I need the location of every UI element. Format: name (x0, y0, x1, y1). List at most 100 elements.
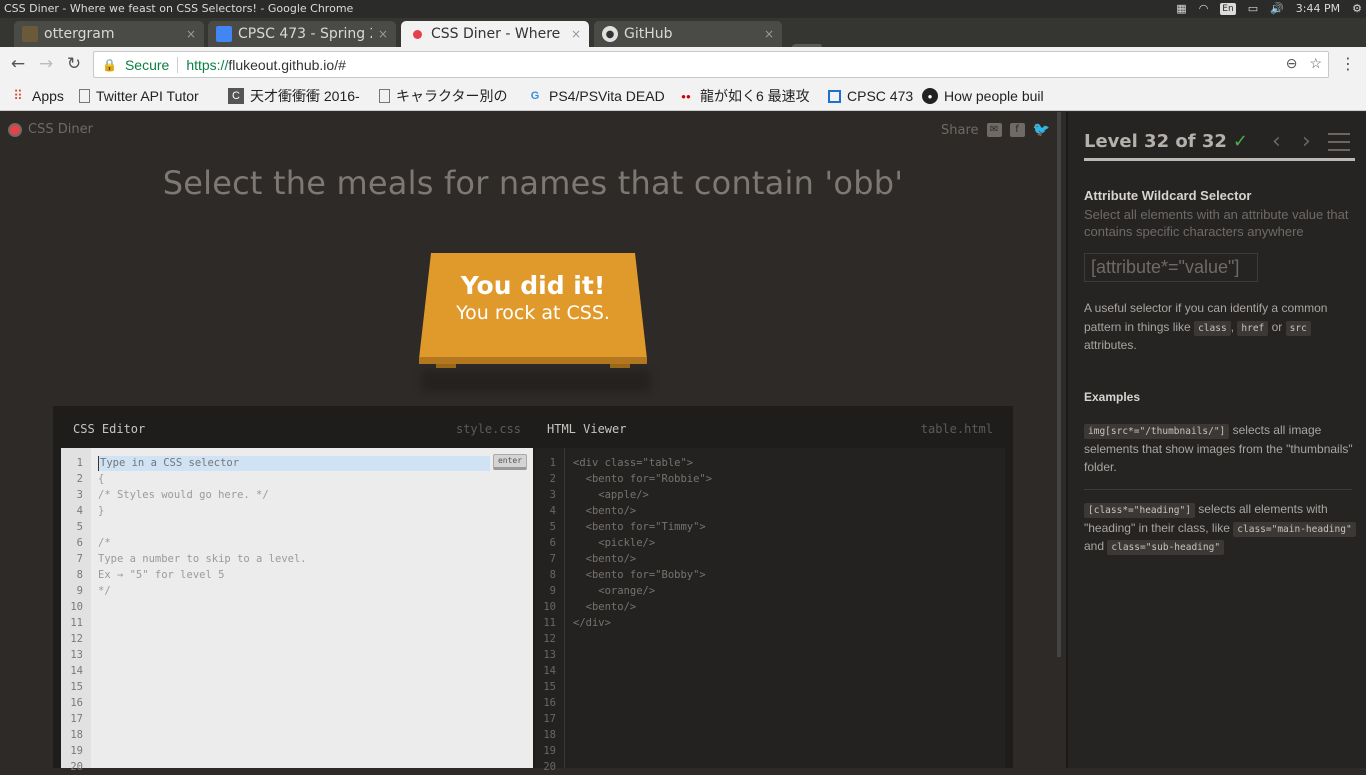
table-leg (436, 364, 456, 368)
tab-ottergram[interactable]: ottergram × (14, 21, 204, 47)
table-shadow (422, 370, 650, 392)
close-tab-icon[interactable]: × (378, 27, 388, 41)
editor-panel: CSS Editor style.css HTML Viewer table.h… (53, 406, 1013, 773)
bookmark-character[interactable]: キャラクター別の (376, 86, 514, 106)
example-2-code-main: class="main-heading" (1233, 521, 1356, 537)
battery-icon[interactable]: ▭ (1248, 0, 1258, 18)
selector-syntax: [attribute*="value"] (1084, 253, 1258, 282)
next-level-icon[interactable]: › (1302, 129, 1311, 154)
gear-icon[interactable]: ⚙ (1352, 0, 1362, 18)
bookmark-apps[interactable]: ⠿ Apps (10, 86, 64, 106)
site-favicon-icon: C (228, 88, 244, 104)
trello-favicon-icon (828, 89, 841, 103)
clock[interactable]: 3:44 PM (1296, 0, 1340, 18)
apps-grid-icon: ⠿ (13, 88, 23, 103)
bookmark-ps4[interactable]: G PS4/PSVita DEAD (527, 86, 665, 106)
level-indicator: Level 32 of 32 ✓ (1084, 131, 1248, 152)
tab-css-diner[interactable]: CSS Diner - Where w × (401, 21, 589, 47)
otter-favicon-icon (22, 26, 38, 42)
html-line-numbers: 1 2 3 4 5 6 7 8 9 10 11 12 13 14 15 16 1… (535, 448, 565, 773)
email-icon[interactable]: ✉ (986, 123, 1002, 137)
css-diner-favicon-icon (409, 26, 425, 42)
order-instruction: Select the meals for names that contain … (162, 164, 904, 202)
g-favicon-icon: G (530, 90, 540, 102)
enter-button[interactable]: enter (493, 454, 527, 470)
github-favicon-icon: ● (602, 26, 618, 42)
example-2: [class*="heading"] selects all elements … (1084, 500, 1356, 556)
code-src: src (1285, 320, 1311, 336)
page-icon (79, 89, 90, 103)
bookmark-ryu-ga-gotoku[interactable]: ●● 龍が如く6 最速攻 (678, 86, 816, 106)
site-favicon-icon: ●● (681, 91, 691, 101)
os-top-bar: CSS Diner - Where we feast on CSS Select… (0, 0, 1366, 18)
example-2-code-sub: class="sub-heading" (1107, 540, 1225, 555)
example-1: img[src*="/thumbnails/"] selects all ima… (1084, 423, 1353, 474)
window-title: CSS Diner - Where we feast on CSS Select… (4, 2, 354, 15)
html-viewer-title: HTML Viewer (547, 422, 627, 436)
level-progress-bar (1084, 158, 1355, 161)
example-1-code: img[src*="/thumbnails/"] (1084, 424, 1230, 439)
close-tab-icon[interactable]: × (571, 27, 581, 41)
tab-github[interactable]: ● GitHub × (594, 21, 782, 47)
url-scheme: https:// (186, 56, 229, 73)
docs-favicon-icon (216, 26, 232, 42)
forward-arrow-icon[interactable]: → (34, 52, 58, 76)
workspace-icon[interactable]: ▦ (1176, 0, 1186, 18)
bookmark-github-people[interactable]: ● How people buil (922, 86, 1062, 106)
html-markup[interactable]: <div class="table"> <bento for="Robbie">… (573, 455, 712, 631)
bookmark-tensai[interactable]: C 天才衝衝衝 2016- (228, 86, 366, 106)
css-line-numbers: 1 2 3 4 5 6 7 8 9 10 11 12 13 14 15 16 1… (61, 448, 91, 773)
address-bar[interactable]: 🔒 Secure https:// flukeout.github.io/# ⊖… (93, 51, 1329, 78)
secure-label: Secure (124, 56, 170, 73)
page-icon (379, 89, 390, 103)
html-viewer-header: HTML Viewer table.html (535, 406, 1005, 448)
win-title: You did it! (460, 271, 606, 300)
examples-divider (1084, 489, 1352, 490)
bookmark-star-icon[interactable]: ☆ (1309, 55, 1322, 72)
browser-menu-icon[interactable]: ⋮ (1340, 54, 1356, 73)
previous-level-icon[interactable]: ‹ (1272, 129, 1281, 154)
examples-heading: Examples (1084, 390, 1141, 404)
close-tab-icon[interactable]: × (764, 27, 774, 41)
omnibox-divider (177, 56, 179, 73)
win-subtitle: You rock at CSS. (456, 302, 610, 324)
share-label: Share (941, 122, 979, 138)
css-selector-input[interactable] (98, 456, 490, 471)
level-menu-icon[interactable] (1328, 133, 1350, 151)
bookmark-cpsc473[interactable]: CPSC 473 (828, 86, 913, 106)
lock-icon: 🔒 (102, 57, 117, 72)
bookmarks-bar: ⠿ Apps Twitter API Tutor C 天才衝衝衝 2016- キ… (0, 82, 1366, 111)
css-editor-header: CSS Editor style.css (61, 406, 533, 448)
selector-name: Attribute Wildcard Selector (1084, 188, 1252, 203)
selector-hint: A useful selector if you can identify a … (1084, 301, 1328, 352)
table-edge (419, 357, 647, 364)
css-code: { /* Styles would go here. */ } /* Type … (98, 473, 307, 597)
reload-icon[interactable]: ↻ (62, 52, 86, 76)
omnibox-actions: ⊖ ☆ (1286, 55, 1322, 72)
html-viewer-filename: table.html (920, 422, 993, 436)
completed-check-icon: ✓ (1232, 131, 1248, 152)
page-scrollbar[interactable] (1057, 112, 1061, 657)
bookmark-twitter-api[interactable]: Twitter API Tutor (76, 86, 214, 106)
twitter-icon[interactable]: 🐦 (1033, 122, 1050, 138)
share-bar: Share ✉ f 🐦 (941, 122, 1050, 138)
css-editor-title: CSS Editor (73, 422, 146, 436)
html-viewer: 1 2 3 4 5 6 7 8 9 10 11 12 13 14 15 16 1… (535, 448, 1005, 773)
volume-icon[interactable]: 🔊 (1270, 0, 1284, 18)
level-sidebar: Level 32 of 32 ✓ ‹ › Attribute Wildcard … (1066, 112, 1366, 768)
system-tray: ▦ ◠ En ▭ 🔊 3:44 PM ⚙ (1176, 0, 1362, 18)
url-host: flukeout.github.io/# (228, 56, 346, 73)
css-editor: 1 2 3 4 5 6 7 8 9 10 11 12 13 14 15 16 1… (61, 448, 533, 773)
code-class: class (1194, 320, 1231, 336)
facebook-icon[interactable]: f (1009, 123, 1025, 137)
diner-logo-icon (8, 122, 22, 137)
tab-cpsc473[interactable]: CPSC 473 - Spring 20 × (208, 21, 396, 47)
brand-logo[interactable]: CSS Diner (8, 122, 93, 137)
zoom-icon[interactable]: ⊖ (1286, 55, 1298, 72)
back-arrow-icon[interactable]: ← (6, 52, 30, 76)
css-editor-filename: style.css (455, 422, 521, 436)
code-href: href (1237, 320, 1269, 336)
wifi-icon[interactable]: ◠ (1199, 0, 1209, 18)
close-tab-icon[interactable]: × (186, 27, 196, 41)
keyboard-language-indicator[interactable]: En (1220, 3, 1236, 15)
